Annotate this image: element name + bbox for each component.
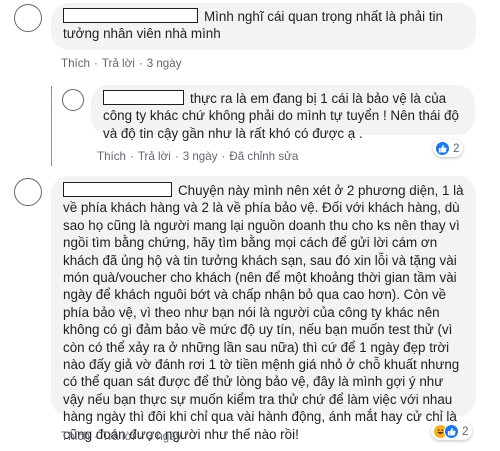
reply-link[interactable]: Trả lời <box>138 150 171 163</box>
comment-actions: Thích · Trả lời · 3 ngày · Đã chỉnh sửa <box>97 150 299 163</box>
like-link[interactable]: Thích <box>61 430 90 443</box>
comment-bubble: Mình nghĩ cái quan trọng nhất là phải ti… <box>51 3 476 50</box>
reaction-badge[interactable]: 2 <box>431 422 473 440</box>
redacted-author-name[interactable] <box>63 8 198 23</box>
reply-link[interactable]: Trả lời <box>102 57 135 70</box>
avatar[interactable] <box>62 89 84 111</box>
timestamp[interactable]: 3 ngày <box>147 430 182 443</box>
timestamp[interactable]: 3 ngày <box>147 57 182 70</box>
comment-text: Chuyện này mình nên xét ở 2 phương diện,… <box>63 183 464 442</box>
reply-link[interactable]: Trả lời <box>102 430 135 443</box>
comment-bubble: Chuyện này mình nên xét ở 2 phương diện,… <box>51 176 476 442</box>
reply-thread-line <box>51 86 52 166</box>
reaction-count: 2 <box>453 141 460 155</box>
avatar[interactable] <box>14 178 42 206</box>
redacted-author-name[interactable] <box>103 90 184 105</box>
comment-actions: Thích · Trả lời · 3 ngày <box>61 57 182 70</box>
avatar[interactable] <box>14 4 42 32</box>
reaction-count: 2 <box>462 424 469 438</box>
like-link[interactable]: Thích <box>97 150 126 163</box>
comment-actions: Thích · Trả lời · 3 ngày <box>61 430 182 443</box>
redacted-author-name[interactable] <box>63 182 172 197</box>
like-icon <box>435 140 450 156</box>
timestamp[interactable]: 3 ngày <box>183 150 218 163</box>
edited-label[interactable]: Đã chỉnh sửa <box>229 150 298 163</box>
like-icon <box>444 423 459 439</box>
reaction-badge[interactable]: 2 <box>433 139 464 157</box>
comment-bubble: thực ra là em đang bị 1 cái là bảo vệ là… <box>91 85 475 141</box>
like-link[interactable]: Thích <box>61 57 90 70</box>
